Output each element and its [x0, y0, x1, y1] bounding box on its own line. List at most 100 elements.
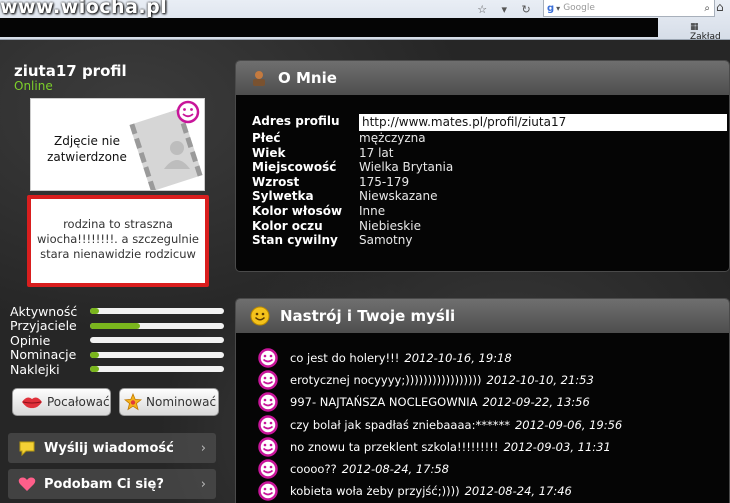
mood-title: Nastrój i Twoje myśli — [280, 307, 456, 325]
online-status: Online — [14, 79, 53, 93]
left-column: ziuta17 profil Online Zdjęcie nie zatwie… — [0, 40, 232, 503]
star-badge-icon — [124, 393, 142, 411]
about-value: Wielka Brytania — [359, 160, 454, 175]
about-key: Miejscowość — [252, 160, 337, 175]
kiss-button[interactable]: Pocałować — [12, 388, 111, 416]
like-me-label: Podobam Ci się? — [44, 476, 164, 492]
smiley-icon — [258, 348, 278, 368]
like-me-button[interactable]: Podobam Ci się? › — [8, 469, 216, 499]
smiley-icon — [258, 392, 278, 413]
mood-date: 2012-09-22, 13:56 — [482, 395, 590, 410]
stat-row-stickers: Naklejki — [10, 362, 224, 377]
about-key: Kolor oczu — [252, 218, 323, 233]
smiley-icon — [258, 437, 278, 457]
about-row-age: Wiek 17 lat — [252, 146, 727, 161]
send-message-button[interactable]: Wyślij wiadomość › — [8, 433, 216, 463]
about-row-eye-color: Kolor oczu Niebieskie — [252, 219, 727, 234]
about-value: 17 lat — [359, 145, 394, 160]
heart-icon — [18, 477, 36, 491]
profile-photo[interactable]: Zdjęcie nie zatwierdzone — [30, 98, 205, 191]
about-value: 175-179 — [359, 174, 410, 189]
mood-entry: 997- NAJTAŃSZA NOCLEGOWNIA 2012-09-22, 13… — [258, 391, 622, 413]
profile-page: ziuta17 profil Online Zdjęcie nie zatwie… — [0, 40, 730, 503]
mood-text: erotycznej nocyyyy;))))))))))))))))) — [290, 373, 482, 388]
about-row-height: Wzrost 175-179 — [252, 175, 727, 190]
nominate-button[interactable]: Nominować — [119, 388, 219, 416]
status-message-text: rodzina to straszna wiocha!!!!!!!!. a sz… — [37, 217, 199, 261]
profile-url-field[interactable]: http://www.mates.pl/profil/ziuta17 — [359, 114, 727, 131]
mood-entry: no znowu ta przeklent szkola!!!!!!!!! 201… — [258, 436, 622, 458]
about-key: Stan cywilny — [252, 233, 338, 248]
mood-entry: coooo?? 2012-08-24, 17:58 — [258, 458, 622, 480]
search-placeholder: Google — [563, 3, 595, 13]
google-icon: g — [547, 2, 555, 14]
search-icon[interactable]: ⌕ — [704, 3, 710, 14]
stat-bar-fill — [90, 351, 100, 358]
mood-list: co jest do holery!!! 2012-10-16, 19:18 er… — [258, 347, 622, 502]
stat-label: Nominacje — [10, 347, 77, 363]
about-value: mężczyzna — [359, 131, 426, 145]
dropdown-icon[interactable]: ▾ — [502, 3, 508, 16]
stat-row-nominations: Nominacje — [10, 347, 224, 363]
about-key: Kolor włosów — [252, 203, 343, 218]
home-icon[interactable]: ⌂ — [716, 0, 724, 14]
nominate-button-label: Nominować — [146, 395, 217, 409]
mood-entry: kobieta woła żeby przyjść;)))) 2012-08-24… — [258, 480, 622, 502]
smiley-icon — [250, 306, 270, 326]
bookmarks-icon: ▦ — [690, 22, 699, 32]
smiley-icon — [258, 481, 278, 501]
urlbar-controls: ☆ ▾ ↻ — [470, 1, 538, 17]
mood-text: coooo?? — [290, 462, 337, 477]
mood-text: kobieta woła żeby przyjść;)))) — [290, 484, 460, 499]
about-panel: O Mnie Adres profilu http://www.mates.pl… — [235, 60, 730, 272]
status-message-bubble: rodzina to straszna wiocha!!!!!!!!. a sz… — [27, 195, 209, 287]
about-row-profile-url: Adres profilu http://www.mates.pl/profil… — [252, 114, 727, 131]
smiley-icon — [258, 370, 278, 391]
search-input[interactable]: g ▾ Google ⌕ — [543, 0, 715, 17]
mood-date: 2012-08-24, 17:46 — [464, 484, 572, 499]
smiley-icon — [258, 414, 278, 435]
stat-label: Naklejki — [10, 361, 60, 377]
about-row-hair-color: Kolor włosów Inne — [252, 204, 727, 219]
chevron-right-icon: › — [200, 476, 206, 492]
about-key: Sylwetka — [252, 189, 314, 204]
stat-bar-fill — [90, 308, 100, 315]
user-card-icon — [253, 71, 265, 86]
about-row-gender: Płeć mężczyzna — [252, 131, 727, 146]
mood-text: no znowu ta przeklent szkola!!!!!!!!! — [290, 439, 499, 454]
stat-label: Przyjaciele — [10, 318, 77, 334]
about-panel-header: O Mnie — [236, 61, 729, 95]
about-key: Wzrost — [252, 174, 300, 189]
star-icon[interactable]: ☆ — [477, 3, 487, 16]
stat-bar — [90, 322, 224, 329]
about-value: Niewskazane — [359, 189, 438, 204]
message-bubble-icon — [19, 441, 35, 456]
browser-chrome: www.wiocha.pl ☆ ▾ ↻ g ▾ Google ⌕ ⌂ ▦ Zak… — [0, 0, 730, 42]
mood-text: czy bolał jak spadłaś zniebaaaa:****** — [290, 417, 510, 432]
about-row-location: Miejscowość Wielka Brytania — [252, 160, 727, 175]
about-row-build: Sylwetka Niewskazane — [252, 189, 727, 204]
stat-bar-fill — [90, 366, 100, 373]
chevron-right-icon: › — [200, 440, 206, 456]
about-value: Niebieskie — [359, 218, 421, 233]
stat-bar — [90, 351, 224, 358]
about-details: Adres profilu http://www.mates.pl/profil… — [252, 114, 727, 248]
stat-bar — [90, 337, 224, 344]
reload-icon[interactable]: ↻ — [522, 3, 531, 16]
mood-entry: co jest do holery!!! 2012-10-16, 19:18 — [258, 347, 622, 369]
bookmarks-button[interactable]: ▦ Zakład — [690, 22, 730, 42]
stat-bar — [90, 366, 224, 373]
photo-not-approved-text: Zdjęcie nie zatwierdzone — [47, 134, 127, 164]
stat-row-activity: Aktywność — [10, 304, 224, 319]
mood-entry: erotycznej nocyyyy;))))))))))))))))) 2012… — [258, 369, 622, 391]
watermark: www.wiocha.pl — [0, 0, 168, 18]
about-title: O Mnie — [278, 69, 337, 87]
search-dropdown-icon[interactable]: ▾ — [556, 4, 560, 13]
about-key: Adres profilu — [252, 114, 340, 128]
smiley-icon — [176, 100, 200, 124]
mood-text: 997- NAJTAŃSZA NOCLEGOWNIA — [290, 395, 478, 410]
stats-list: Aktywność Przyjaciele Opinie Nominacje N… — [10, 304, 224, 377]
kiss-button-label: Pocałować — [47, 395, 110, 409]
mood-date: 2012-10-10, 21:53 — [486, 373, 594, 388]
tab-bar — [0, 18, 658, 37]
